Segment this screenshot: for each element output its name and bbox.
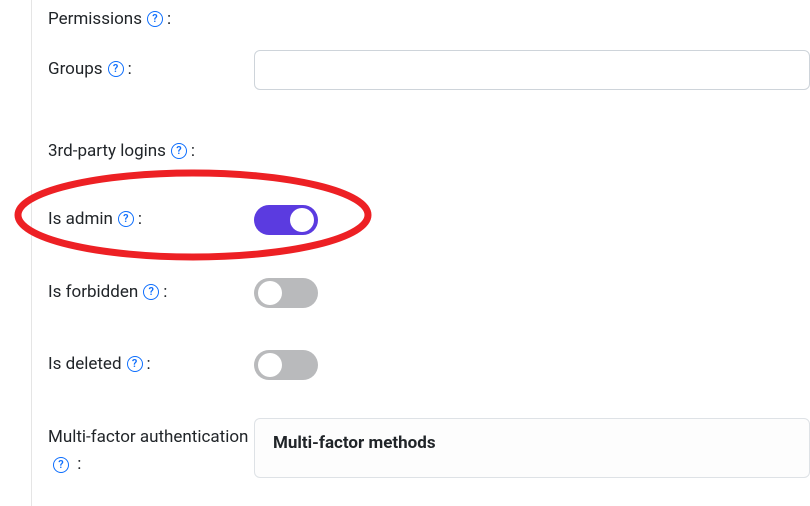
mfa-value: Multi-factor methods xyxy=(254,418,810,478)
mfa-label-group: Multi-factor authentication ? : xyxy=(48,418,254,478)
is-admin-toggle[interactable] xyxy=(254,205,318,235)
label-colon: : xyxy=(147,353,151,377)
help-icon[interactable]: ? xyxy=(143,284,159,300)
mfa-panel: Multi-factor methods xyxy=(254,418,810,478)
row-mfa: Multi-factor authentication ? : Multi-fa… xyxy=(48,418,810,478)
help-icon[interactable]: ? xyxy=(147,11,163,27)
label-colon: : xyxy=(77,454,81,474)
help-icon[interactable]: ? xyxy=(53,457,69,473)
permissions-label: Permissions xyxy=(48,8,142,32)
row-permissions: Permissions ? : xyxy=(48,8,810,32)
is-forbidden-label-group: Is forbidden ? : xyxy=(48,281,254,305)
is-deleted-label-group: Is deleted ? : xyxy=(48,353,254,377)
help-icon[interactable]: ? xyxy=(108,61,124,77)
is-deleted-value xyxy=(254,350,810,380)
is-deleted-label: Is deleted xyxy=(48,353,122,377)
is-forbidden-toggle[interactable] xyxy=(254,278,318,308)
label-colon: : xyxy=(138,208,142,232)
is-forbidden-label: Is forbidden xyxy=(48,281,138,305)
row-is-admin: Is admin ? : xyxy=(48,205,810,235)
mfa-label: Multi-factor authentication xyxy=(48,427,248,447)
groups-label-group: Groups ? : xyxy=(48,58,254,82)
toggle-knob xyxy=(258,281,282,305)
help-icon[interactable]: ? xyxy=(118,211,134,227)
groups-value xyxy=(254,50,810,90)
label-colon: : xyxy=(191,140,195,164)
mfa-panel-title: Multi-factor methods xyxy=(273,433,791,453)
third-party-logins-label: 3rd-party logins xyxy=(48,140,166,164)
toggle-knob xyxy=(290,208,314,232)
groups-label: Groups xyxy=(48,58,103,82)
third-party-logins-label-group: 3rd-party logins ? : xyxy=(48,140,254,164)
row-third-party-logins: 3rd-party logins ? : xyxy=(48,140,810,164)
is-admin-label-group: Is admin ? : xyxy=(48,208,254,232)
toggle-knob xyxy=(258,353,282,377)
row-is-deleted: Is deleted ? : xyxy=(48,350,810,380)
row-is-forbidden: Is forbidden ? : xyxy=(48,278,810,308)
label-colon: : xyxy=(128,58,132,82)
help-icon[interactable]: ? xyxy=(127,356,143,372)
label-colon: : xyxy=(167,8,171,32)
groups-input[interactable] xyxy=(254,50,810,90)
help-icon[interactable]: ? xyxy=(171,143,187,159)
is-deleted-toggle[interactable] xyxy=(254,350,318,380)
is-admin-label: Is admin xyxy=(48,208,113,232)
permissions-label-group: Permissions ? : xyxy=(48,8,254,32)
row-groups: Groups ? : xyxy=(48,50,810,90)
is-forbidden-value xyxy=(254,278,810,308)
label-colon: : xyxy=(163,281,167,305)
is-admin-value xyxy=(254,205,810,235)
vertical-divider xyxy=(31,0,32,506)
